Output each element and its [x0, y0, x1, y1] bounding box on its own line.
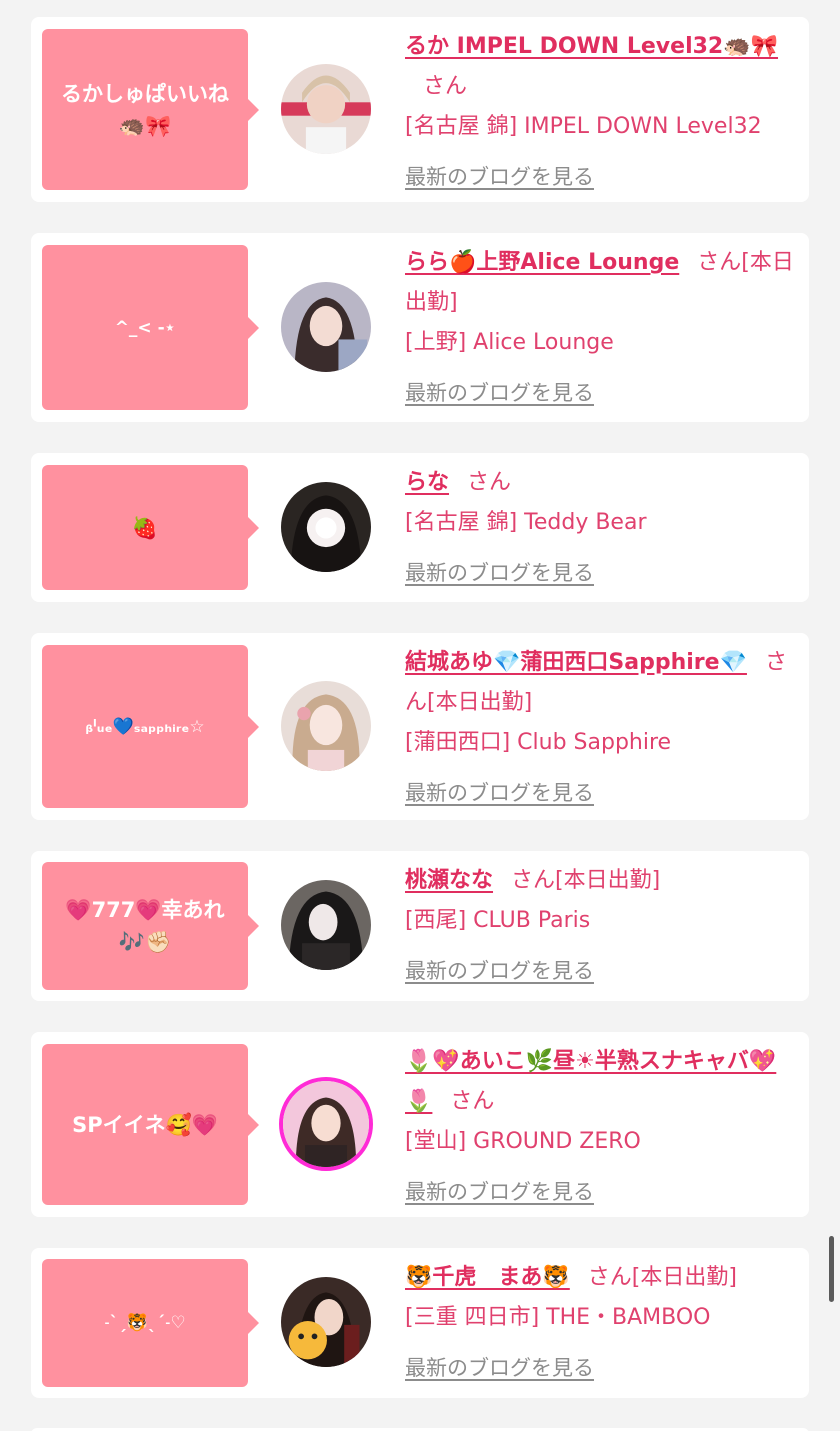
name-suffix: さん: [467, 470, 512, 495]
entry-info: るか IMPEL DOWN Level32🦔🎀 さん [名古屋 錦] IMPEL …: [405, 27, 795, 198]
profile-photo-icon: [281, 681, 371, 771]
comment-text: 🍓: [131, 515, 159, 540]
comment-text: るかしゅぱいいね 🦔🎀: [61, 81, 229, 138]
shop-label: [上野] Alice Lounge: [405, 330, 614, 355]
name-suffix: さん[本日出勤]: [511, 868, 661, 893]
avatar[interactable]: [279, 878, 373, 972]
list-item: SPイイネ🥰💗 🌷💖あいこ🌿昼☀半熟スナキャバ💖🌷 さん [堂山] GROUND …: [31, 1032, 809, 1217]
shop-label: [西尾] CLUB Paris: [405, 908, 591, 933]
avatar[interactable]: [279, 1275, 373, 1369]
shop-label: [名古屋 錦] Teddy Bear: [405, 510, 647, 535]
avatar[interactable]: [279, 480, 373, 574]
cast-name-link[interactable]: らな: [405, 470, 449, 495]
comment-bubble: ˗ˋˏ🐯ˎˊ˗♡: [42, 1259, 259, 1387]
latest-blog-link[interactable]: 最新のブログを見る: [405, 157, 594, 197]
comment-bubble: SPイイネ🥰💗: [42, 1044, 259, 1205]
shop-label: [堂山] GROUND ZERO: [405, 1129, 641, 1154]
list-item: るかしゅぱいいね 🦔🎀 るか IMPEL DOWN Level32🦔🎀 さん [名…: [31, 17, 809, 202]
list-item: ˗ˋˏ🐯ˎˊ˗♡ 🐯千虎 まあ🐯 さん[本日出勤] [三重 四日市] THE・BA…: [31, 1248, 809, 1398]
entry-info: 🌷💖あいこ🌿昼☀半熟スナキャバ💖🌷 さん [堂山] GROUND ZERO 最新の…: [405, 1042, 795, 1213]
comment-bubble: るかしゅぱいいね 🦔🎀: [42, 29, 259, 190]
comment-text: ᵦˡᵤₑ💙ₛₐₚₚₕᵢᵣₑ☆: [85, 716, 205, 737]
profile-photo-icon: [281, 64, 371, 154]
avatar[interactable]: [279, 679, 373, 773]
latest-blog-link[interactable]: 最新のブログを見る: [405, 1348, 594, 1388]
scrollbar-thumb[interactable]: [829, 1236, 834, 1302]
entry-info: らな さん [名古屋 錦] Teddy Bear 最新のブログを見る: [405, 463, 795, 594]
profile-photo-icon: [281, 282, 371, 372]
comment-bubble: 🍓: [42, 465, 259, 590]
latest-blog-link[interactable]: 最新のブログを見る: [405, 373, 594, 413]
comment-bubble: ^_< -⋆: [42, 245, 259, 410]
name-suffix: さん: [450, 1089, 495, 1114]
profile-photo-icon: [281, 482, 371, 572]
name-suffix: さん: [423, 74, 468, 99]
profile-photo-icon: [281, 880, 371, 970]
latest-blog-link[interactable]: 最新のブログを見る: [405, 553, 594, 593]
entry-info: 🐯千虎 まあ🐯 さん[本日出勤] [三重 四日市] THE・BAMBOO 最新のブ…: [405, 1258, 795, 1389]
latest-blog-link[interactable]: 最新のブログを見る: [405, 773, 594, 813]
list-item: 🍓 らな さん [名古屋 錦] Teddy Bear 最新のブログを見る: [31, 453, 809, 602]
name-suffix: さん[本日出勤]: [587, 1265, 737, 1290]
cast-name-link[interactable]: 結城あゆ💎蒲田西口Sapphire💎: [405, 650, 747, 675]
comment-text: ˗ˋˏ🐯ˎˊ˗♡: [104, 1313, 186, 1333]
shop-label: [蒲田西口] Club Sapphire: [405, 730, 672, 755]
latest-blog-link[interactable]: 最新のブログを見る: [405, 1172, 594, 1212]
profile-photo-icon: [283, 1081, 369, 1167]
list-item: 💗777💗幸あれ 🎶✊🏻 桃瀬なな さん[本日出勤] [西尾] CLUB Pari…: [31, 851, 809, 1001]
entry-info: らら🍎上野Alice Lounge さん[本日出勤] [上野] Alice Lou…: [405, 243, 795, 414]
entry-info: 結城あゆ💎蒲田西口Sapphire💎 さん[本日出勤] [蒲田西口] Club S…: [405, 643, 795, 814]
shop-label: [三重 四日市] THE・BAMBOO: [405, 1305, 711, 1330]
like-feed-list: るかしゅぱいいね 🦔🎀 るか IMPEL DOWN Level32🦔🎀 さん [名…: [0, 0, 840, 1431]
cast-name-link[interactable]: 🐯千虎 まあ🐯: [405, 1265, 570, 1290]
profile-photo-icon: [281, 1277, 371, 1367]
comment-bubble: ᵦˡᵤₑ💙ₛₐₚₚₕᵢᵣₑ☆: [42, 645, 259, 808]
avatar[interactable]: [279, 280, 373, 374]
comment-bubble: 💗777💗幸あれ 🎶✊🏻: [42, 862, 259, 990]
cast-name-link[interactable]: るか IMPEL DOWN Level32🦔🎀: [405, 34, 778, 59]
cast-name-link[interactable]: らら🍎上野Alice Lounge: [405, 250, 679, 275]
list-item: ᵦˡᵤₑ💙ₛₐₚₚₕᵢᵣₑ☆ 結城あゆ💎蒲田西口Sapphire💎 さん[本日出勤…: [31, 633, 809, 820]
avatar[interactable]: [279, 62, 373, 156]
list-item: ^_< -⋆ らら🍎上野Alice Lounge さん[本日出勤] [上野] Al…: [31, 233, 809, 422]
entry-info: 桃瀬なな さん[本日出勤] [西尾] CLUB Paris 最新のブログを見る: [405, 861, 795, 992]
latest-blog-link[interactable]: 最新のブログを見る: [405, 951, 594, 991]
avatar[interactable]: [279, 1077, 373, 1171]
cast-name-link[interactable]: 桃瀬なな: [405, 868, 493, 893]
comment-text: ^_< -⋆: [114, 317, 176, 338]
comment-text: SPイイネ🥰💗: [72, 1112, 218, 1137]
comment-text: 💗777💗幸あれ 🎶✊🏻: [65, 898, 225, 954]
shop-label: [名古屋 錦] IMPEL DOWN Level32: [405, 114, 762, 139]
